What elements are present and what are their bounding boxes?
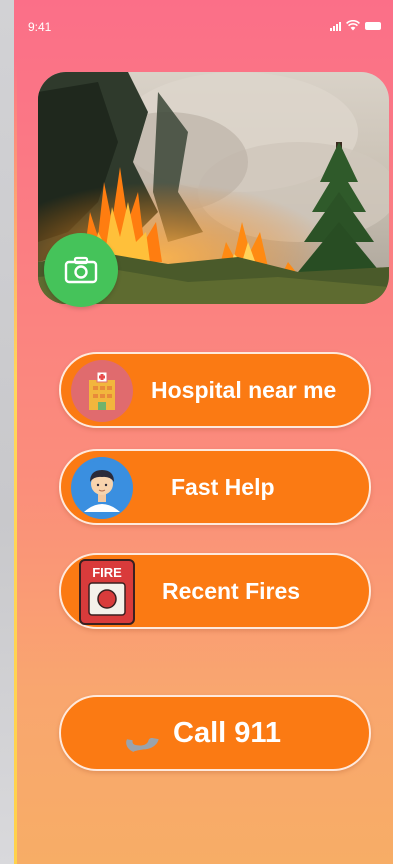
right-margin [393, 0, 403, 864]
camera-icon [64, 256, 98, 284]
signal-icon [330, 21, 341, 31]
hospital-near-me-button[interactable]: Hospital near me [59, 352, 371, 428]
left-margin [0, 0, 14, 864]
recent-fires-label: Recent Fires [162, 578, 301, 604]
camera-button[interactable] [44, 233, 118, 307]
status-time: 9:41 [28, 20, 52, 34]
svg-text:FIRE: FIRE [92, 565, 122, 580]
fire-alarm-icon: FIRE [79, 559, 135, 625]
status-icons [330, 20, 381, 31]
call-911-button[interactable]: Call 911 [59, 695, 371, 771]
battery-icon [365, 22, 381, 30]
hospital-icon [71, 360, 133, 422]
call-911-label: Call 911 [173, 717, 282, 749]
phone-screen: 9:41 Hospital near me Fast Help FIRE Rec… [14, 0, 393, 864]
fast-help-label: Fast Help [171, 474, 275, 500]
wifi-icon [346, 20, 360, 31]
fast-help-button[interactable]: Fast Help [59, 449, 371, 525]
phone-icon [107, 703, 169, 765]
person-avatar-icon [71, 457, 133, 519]
status-bar: 9:41 [14, 0, 393, 40]
screen-edge-highlight [14, 60, 17, 864]
hospital-near-me-label: Hospital near me [151, 377, 337, 403]
recent-fires-button[interactable]: FIRE Recent Fires [59, 553, 371, 629]
